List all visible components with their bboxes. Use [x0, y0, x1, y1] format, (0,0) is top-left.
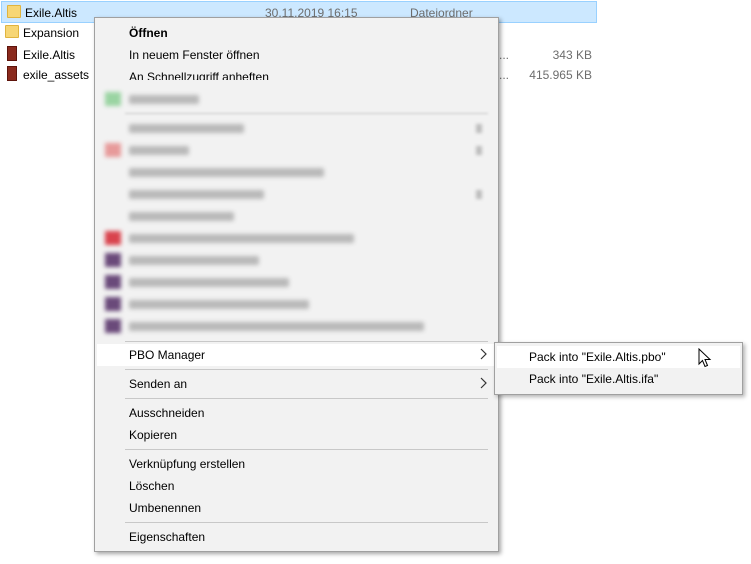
menu-item-label: PBO Manager [129, 348, 206, 362]
menu-separator [125, 341, 488, 342]
blurred-text [129, 322, 424, 331]
submenu-item-pack-ifa[interactable]: Pack into "Exile.Altis.ifa" [497, 368, 740, 390]
context-menu: Öffnen In neuem Fenster öffnen An Schnel… [94, 17, 499, 552]
menu-item-delete[interactable]: Löschen [97, 475, 496, 497]
blurred-icon [105, 297, 121, 311]
blurred-menu-item [97, 271, 496, 293]
blurred-text [129, 124, 244, 133]
blurred-shortcut [476, 190, 482, 199]
blurred-text [129, 234, 354, 243]
menu-item-pbo-manager[interactable]: PBO Manager [97, 344, 496, 366]
blurred-text [129, 95, 199, 104]
menu-item-label: Kopieren [129, 428, 178, 442]
truncation-dots: ... [499, 48, 510, 62]
blurred-text [129, 190, 264, 199]
mouse-cursor-icon [698, 348, 712, 368]
blurred-text [129, 256, 259, 265]
menu-item-label: Umbenennen [129, 501, 202, 515]
blurred-text [129, 300, 309, 309]
folder-icon [5, 25, 19, 38]
archive-icon [7, 46, 17, 61]
blurred-icon [105, 143, 121, 157]
menu-item-copy[interactable]: Kopieren [97, 424, 496, 446]
menu-item-label: Eigenschaften [129, 530, 206, 544]
menu-item-properties[interactable]: Eigenschaften [97, 526, 496, 548]
menu-item-pin-quick-access[interactable]: An Schnellzugriff anheften [97, 66, 496, 80]
menu-item-create-shortcut[interactable]: Verknüpfung erstellen [97, 453, 496, 475]
menu-item-label: In neuem Fenster öffnen [129, 48, 260, 62]
menu-item-open-new-window[interactable]: In neuem Fenster öffnen [97, 44, 496, 66]
menu-item-rename[interactable]: Umbenennen [97, 497, 496, 519]
file-name: Exile.Altis [23, 48, 76, 62]
menu-separator [125, 369, 488, 370]
menu-item-open[interactable]: Öffnen [97, 22, 496, 44]
blurred-menu-item [97, 161, 496, 183]
truncation-dots: ... [499, 68, 510, 82]
file-name: exile_assets [23, 68, 90, 82]
menu-item-label: Verknüpfung erstellen [129, 457, 246, 471]
menu-separator [125, 398, 488, 399]
blurred-menu-item [97, 227, 496, 249]
blurred-menu-item [97, 139, 496, 161]
menu-item-label: Pack into "Exile.Altis.pbo" [529, 350, 666, 364]
blurred-text [129, 168, 324, 177]
menu-item-label: Löschen [129, 479, 175, 493]
archive-icon [7, 66, 17, 81]
chevron-right-icon [480, 348, 487, 360]
blurred-icon [105, 92, 121, 106]
blurred-menu-item [97, 117, 496, 139]
blurred-shortcut [476, 124, 482, 133]
file-size: 343 KB [552, 48, 592, 62]
menu-item-label: Ausschneiden [129, 406, 205, 420]
chevron-right-icon [480, 377, 487, 389]
menu-separator [125, 449, 488, 450]
blurred-icon [105, 319, 121, 333]
menu-item-label: An Schnellzugriff anheften [129, 70, 269, 80]
blurred-menu-item [97, 315, 496, 337]
blurred-menu-item [97, 183, 496, 205]
blurred-text [129, 278, 289, 287]
menu-separator [125, 113, 488, 114]
menu-item-label: Öffnen [129, 26, 168, 40]
menu-item-label: Pack into "Exile.Altis.ifa" [529, 372, 659, 386]
blurred-icon [105, 253, 121, 267]
blurred-icon [105, 275, 121, 289]
menu-item-send-to[interactable]: Senden an [97, 373, 496, 395]
file-size: 415.965 KB [529, 68, 592, 82]
blurred-text [129, 212, 234, 221]
blurred-menu-item [97, 249, 496, 271]
blurred-shortcut [476, 146, 482, 155]
menu-item-cut[interactable]: Ausschneiden [97, 402, 496, 424]
blurred-menu-item [97, 293, 496, 315]
folder-icon [7, 5, 21, 18]
file-name: Expansion [23, 26, 80, 40]
menu-item-label: Senden an [129, 377, 188, 391]
blurred-menu-item [97, 205, 496, 227]
file-name: Exile.Altis [25, 6, 78, 20]
blurred-text [129, 146, 189, 155]
blurred-menu-item [97, 88, 496, 110]
blurred-icon [105, 231, 121, 245]
menu-separator [125, 522, 488, 523]
